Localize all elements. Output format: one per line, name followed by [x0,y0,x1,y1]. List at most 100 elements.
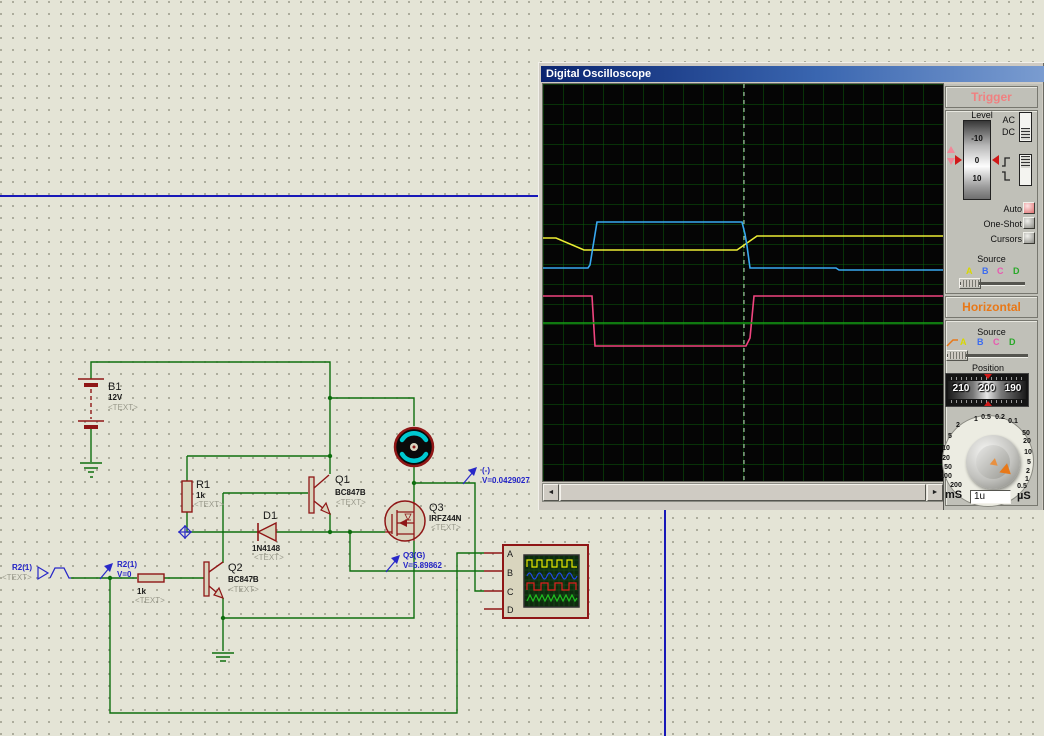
sheet-border-horizontal [0,195,538,197]
auto-button[interactable] [1023,202,1035,214]
position-dial[interactable]: 210 200 190 [945,373,1029,407]
dial-label: 50 [940,464,956,471]
probe-gate[interactable]: Q3(G) V=5.89862 [386,551,442,572]
cursors-button[interactable] [1023,232,1035,244]
probe-drain[interactable]: (-) V=0.0429027 [463,466,530,485]
horizontal-source-b[interactable]: B [977,337,984,347]
motor[interactable] [395,428,433,466]
d1-ref: D1 [263,510,277,522]
trigger-source-d[interactable]: D [1013,266,1020,276]
probe-drain-label: (-) [482,466,490,475]
one-shot-button[interactable] [1023,217,1035,229]
trigger-source-c[interactable]: C [997,266,1004,276]
horizontal-source-a[interactable]: A [960,337,967,347]
diode-d1[interactable]: D1 1N4148 <TEXT> [252,510,284,562]
horizontal-source-label: Source [943,327,1040,337]
q1-ref: Q1 [335,474,350,486]
position-marker-top [984,374,992,379]
pulse-generator[interactable]: R2(1) <TEXT> [2,563,71,582]
r2-text: <TEXT> [135,596,165,605]
wires[interactable] [71,362,484,713]
dial-label: 5 [942,433,958,440]
generator-text: <TEXT> [2,573,32,582]
level-down-arrow[interactable] [947,158,955,165]
level-marker-right [992,155,999,165]
battery-b1[interactable]: B1 12V <TEXT> [78,379,138,429]
window-titlebar[interactable]: Digital Oscilloscope [541,66,1044,82]
timebase-input[interactable]: 1u [970,490,1011,504]
dial-label: 0.1 [1005,418,1021,425]
ground-b1 [80,463,102,477]
q1-value: BC847B [335,488,366,497]
position-label: Position [943,363,1033,373]
q3-ref: Q3 [429,502,444,514]
q3-text: <TEXT> [431,523,461,532]
trigger-source-b[interactable]: B [982,266,989,276]
junction-dots [108,396,416,620]
scroll-right-button[interactable]: ► [927,484,943,501]
trigger-level-gauge[interactable]: -10 0 10 [963,120,991,200]
resistor-r1[interactable]: R1 1k <TEXT> [182,479,224,512]
mosfet-q3[interactable]: Q3 IRFZ44N <TEXT> [385,501,462,541]
probe-drain-voltage: V=0.0429027 [482,476,530,485]
horizontal-source-d[interactable]: D [1009,337,1016,347]
cursors-label: Cursors [990,234,1022,244]
dial-label: 200 [948,482,964,489]
sheet-border-vertical [664,507,666,736]
scope-pin-a: A [507,549,513,559]
scope-control-panel[interactable]: Trigger Level -10 0 10 AC DC Auto One-Sh… [943,84,1042,510]
level-tick: -10 [964,134,990,143]
rising-edge-icon [1000,156,1012,168]
scroll-thumb[interactable] [560,484,926,501]
q1-text: <TEXT> [336,498,366,507]
dial-label: 20 [938,455,954,462]
probe-gate-voltage: V=5.89862 [403,561,442,570]
dial-label: 10 [938,445,954,452]
scope-pin-c: C [507,587,514,597]
dial-label: 2 [1020,468,1036,475]
level-up-arrow[interactable] [947,146,955,153]
ramp-icon [946,337,959,348]
b1-ref: B1 [108,381,121,393]
dial-label: 1 [1019,476,1035,483]
b1-value: 12V [108,393,123,402]
horizontal-source-c[interactable]: C [993,337,1000,347]
horizontal-source-slider-thumb[interactable] [946,350,968,361]
q3-value: IRFZ44N [429,514,462,523]
dial-label: 10 [1020,449,1036,456]
falling-edge-icon [1000,170,1012,182]
position-value: 190 [1005,383,1022,394]
scroll-left-button[interactable]: ◄ [543,484,559,501]
level-marker-left [955,155,962,165]
r1-ref: R1 [196,479,210,491]
transistor-q2[interactable]: Q2 BC847B <TEXT> [204,562,259,598]
trigger-section-title: Trigger [945,86,1038,108]
mini-screen [524,555,579,607]
ac-dc-switch[interactable] [1019,112,1032,142]
horizontal-section-title: Horizontal [945,296,1038,318]
dial-label: 5 [1021,459,1037,466]
timebase-value: 1u [974,491,985,502]
origin-marker [178,525,192,539]
resistor-r2[interactable]: 1k <TEXT> [135,574,165,605]
ac-label: AC [995,115,1015,125]
scroll-right-icon: ► [932,489,939,496]
transistor-q1[interactable]: Q1 BC847B <TEXT> [309,456,366,514]
scope-grid [543,84,943,481]
scope-hscrollbar[interactable]: ◄ ► [543,484,943,501]
window-title: Digital Oscilloscope [546,68,651,80]
position-value: 210 [953,383,970,394]
trigger-source-slider-thumb[interactable] [959,278,981,289]
d1-value: 1N4148 [252,544,281,553]
scope-display[interactable] [543,84,943,481]
q2-ref: Q2 [228,562,243,574]
trigger-source-a[interactable]: A [966,266,973,276]
dial-label: 1 [968,416,984,423]
probe-input[interactable]: R2(1) V=0 [100,560,137,579]
generator-label: R2(1) [12,563,32,572]
ms-unit-label: mS [945,489,962,501]
edge-select-switch[interactable] [1019,154,1032,186]
b1-text: <TEXT> [108,403,138,412]
oscilloscope-window[interactable]: Digital Oscilloscope ◄ ► Trigger Level [538,62,1044,510]
scope-part[interactable]: A B C D [484,545,588,618]
